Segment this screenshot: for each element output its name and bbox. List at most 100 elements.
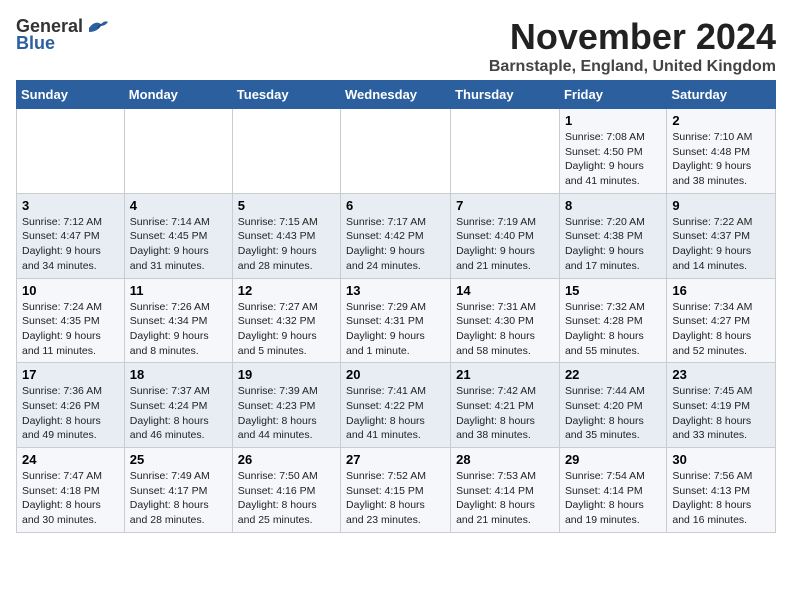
header-tuesday: Tuesday <box>232 81 340 109</box>
day-number: 22 <box>565 367 661 382</box>
day-info: Sunrise: 7:32 AM Sunset: 4:28 PM Dayligh… <box>565 300 661 359</box>
day-info: Sunrise: 7:14 AM Sunset: 4:45 PM Dayligh… <box>130 215 227 274</box>
week-row-5: 24 Sunrise: 7:47 AM Sunset: 4:18 PM Dayli… <box>17 448 776 533</box>
day-number: 26 <box>238 452 335 467</box>
day-cell: 15 Sunrise: 7:32 AM Sunset: 4:28 PM Dayli… <box>559 278 666 363</box>
day-info: Sunrise: 7:37 AM Sunset: 4:24 PM Dayligh… <box>130 384 227 443</box>
day-number: 28 <box>456 452 554 467</box>
day-number: 12 <box>238 283 335 298</box>
day-cell: 18 Sunrise: 7:37 AM Sunset: 4:24 PM Dayli… <box>124 363 232 448</box>
day-info: Sunrise: 7:26 AM Sunset: 4:34 PM Dayligh… <box>130 300 227 359</box>
week-row-1: 1Sunrise: 7:08 AM Sunset: 4:50 PM Daylig… <box>17 109 776 194</box>
day-cell: 2 Sunrise: 7:10 AM Sunset: 4:48 PM Daylig… <box>667 109 776 194</box>
day-info: Sunrise: 7:31 AM Sunset: 4:30 PM Dayligh… <box>456 300 554 359</box>
day-info: Sunrise: 7:53 AM Sunset: 4:14 PM Dayligh… <box>456 469 554 528</box>
day-cell: 22 Sunrise: 7:44 AM Sunset: 4:20 PM Dayli… <box>559 363 666 448</box>
day-number: 11 <box>130 283 227 298</box>
day-cell: 19 Sunrise: 7:39 AM Sunset: 4:23 PM Dayli… <box>232 363 340 448</box>
day-number: 20 <box>346 367 445 382</box>
day-number: 18 <box>130 367 227 382</box>
day-info: Sunrise: 7:08 AM Sunset: 4:50 PM Dayligh… <box>565 130 661 189</box>
day-cell: 24 Sunrise: 7:47 AM Sunset: 4:18 PM Dayli… <box>17 448 125 533</box>
day-cell <box>17 109 125 194</box>
header-row: Sunday Monday Tuesday Wednesday Thursday… <box>17 81 776 109</box>
day-number: 15 <box>565 283 661 298</box>
day-number: 10 <box>22 283 119 298</box>
day-cell: 3Sunrise: 7:12 AM Sunset: 4:47 PM Daylig… <box>17 193 125 278</box>
header-thursday: Thursday <box>451 81 560 109</box>
week-row-4: 17 Sunrise: 7:36 AM Sunset: 4:26 PM Dayli… <box>17 363 776 448</box>
day-number: 30 <box>672 452 770 467</box>
day-info: Sunrise: 7:50 AM Sunset: 4:16 PM Dayligh… <box>238 469 335 528</box>
day-number: 21 <box>456 367 554 382</box>
day-cell: 27 Sunrise: 7:52 AM Sunset: 4:15 PM Dayli… <box>341 448 451 533</box>
day-number: 16 <box>672 283 770 298</box>
day-info: Sunrise: 7:19 AM Sunset: 4:40 PM Dayligh… <box>456 215 554 274</box>
day-info: Sunrise: 7:47 AM Sunset: 4:18 PM Dayligh… <box>22 469 119 528</box>
day-info: Sunrise: 7:39 AM Sunset: 4:23 PM Dayligh… <box>238 384 335 443</box>
day-cell: 1Sunrise: 7:08 AM Sunset: 4:50 PM Daylig… <box>559 109 666 194</box>
day-number: 23 <box>672 367 770 382</box>
day-number: 13 <box>346 283 445 298</box>
day-cell: 13 Sunrise: 7:29 AM Sunset: 4:31 PM Dayli… <box>341 278 451 363</box>
day-cell <box>124 109 232 194</box>
location-title: Barnstaple, England, United Kingdom <box>489 58 776 76</box>
day-info: Sunrise: 7:42 AM Sunset: 4:21 PM Dayligh… <box>456 384 554 443</box>
day-info: Sunrise: 7:54 AM Sunset: 4:14 PM Dayligh… <box>565 469 661 528</box>
day-cell: 29 Sunrise: 7:54 AM Sunset: 4:14 PM Dayli… <box>559 448 666 533</box>
day-info: Sunrise: 7:15 AM Sunset: 4:43 PM Dayligh… <box>238 215 335 274</box>
day-number: 7 <box>456 198 554 213</box>
page-header: General Blue November 2024 Barnstaple, E… <box>16 16 776 76</box>
calendar-body: 1Sunrise: 7:08 AM Sunset: 4:50 PM Daylig… <box>17 109 776 533</box>
day-cell: 25Sunrise: 7:49 AM Sunset: 4:17 PM Dayli… <box>124 448 232 533</box>
day-info: Sunrise: 7:24 AM Sunset: 4:35 PM Dayligh… <box>22 300 119 359</box>
day-cell: 6 Sunrise: 7:17 AM Sunset: 4:42 PM Daylig… <box>341 193 451 278</box>
logo-blue: Blue <box>16 33 55 54</box>
day-number: 14 <box>456 283 554 298</box>
day-number: 27 <box>346 452 445 467</box>
day-number: 6 <box>346 198 445 213</box>
week-row-3: 10 Sunrise: 7:24 AM Sunset: 4:35 PM Dayli… <box>17 278 776 363</box>
header-monday: Monday <box>124 81 232 109</box>
day-number: 19 <box>238 367 335 382</box>
day-cell: 23 Sunrise: 7:45 AM Sunset: 4:19 PM Dayli… <box>667 363 776 448</box>
day-cell: 9Sunrise: 7:22 AM Sunset: 4:37 PM Daylig… <box>667 193 776 278</box>
calendar-table: Sunday Monday Tuesday Wednesday Thursday… <box>16 80 776 533</box>
day-info: Sunrise: 7:29 AM Sunset: 4:31 PM Dayligh… <box>346 300 445 359</box>
title-area: November 2024 Barnstaple, England, Unite… <box>489 16 776 76</box>
day-info: Sunrise: 7:20 AM Sunset: 4:38 PM Dayligh… <box>565 215 661 274</box>
day-number: 4 <box>130 198 227 213</box>
day-info: Sunrise: 7:45 AM Sunset: 4:19 PM Dayligh… <box>672 384 770 443</box>
day-info: Sunrise: 7:36 AM Sunset: 4:26 PM Dayligh… <box>22 384 119 443</box>
day-cell: 17 Sunrise: 7:36 AM Sunset: 4:26 PM Dayli… <box>17 363 125 448</box>
day-cell: 8 Sunrise: 7:20 AM Sunset: 4:38 PM Daylig… <box>559 193 666 278</box>
day-info: Sunrise: 7:44 AM Sunset: 4:20 PM Dayligh… <box>565 384 661 443</box>
day-cell: 30 Sunrise: 7:56 AM Sunset: 4:13 PM Dayli… <box>667 448 776 533</box>
month-title: November 2024 <box>489 16 776 58</box>
header-saturday: Saturday <box>667 81 776 109</box>
day-number: 29 <box>565 452 661 467</box>
day-info: Sunrise: 7:10 AM Sunset: 4:48 PM Dayligh… <box>672 130 770 189</box>
header-sunday: Sunday <box>17 81 125 109</box>
day-info: Sunrise: 7:56 AM Sunset: 4:13 PM Dayligh… <box>672 469 770 528</box>
day-number: 5 <box>238 198 335 213</box>
day-cell: 4 Sunrise: 7:14 AM Sunset: 4:45 PM Daylig… <box>124 193 232 278</box>
header-friday: Friday <box>559 81 666 109</box>
day-cell <box>341 109 451 194</box>
day-info: Sunrise: 7:52 AM Sunset: 4:15 PM Dayligh… <box>346 469 445 528</box>
day-info: Sunrise: 7:17 AM Sunset: 4:42 PM Dayligh… <box>346 215 445 274</box>
day-number: 24 <box>22 452 119 467</box>
day-number: 17 <box>22 367 119 382</box>
day-cell: 10 Sunrise: 7:24 AM Sunset: 4:35 PM Dayli… <box>17 278 125 363</box>
logo: General Blue <box>16 16 109 54</box>
logo-bird-icon <box>87 18 109 36</box>
day-number: 25 <box>130 452 227 467</box>
day-cell <box>451 109 560 194</box>
day-number: 8 <box>565 198 661 213</box>
day-cell: 16Sunrise: 7:34 AM Sunset: 4:27 PM Dayli… <box>667 278 776 363</box>
day-cell: 21 Sunrise: 7:42 AM Sunset: 4:21 PM Dayli… <box>451 363 560 448</box>
header-wednesday: Wednesday <box>341 81 451 109</box>
day-number: 2 <box>672 113 770 128</box>
day-cell: 12Sunrise: 7:27 AM Sunset: 4:32 PM Dayli… <box>232 278 340 363</box>
day-cell <box>232 109 340 194</box>
